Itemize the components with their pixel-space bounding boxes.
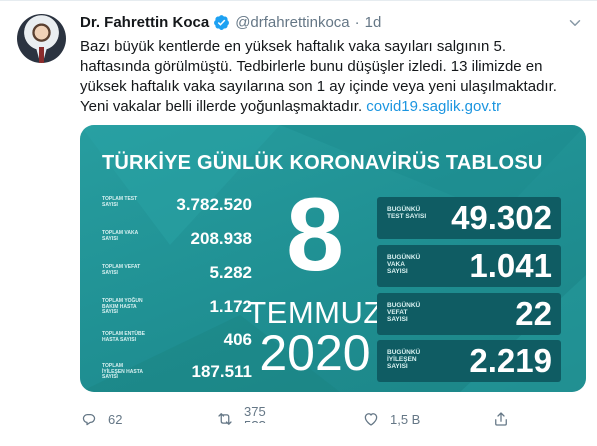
- today-box: BUGÜNKÜ VAKA SAYISI 1.041: [377, 245, 561, 287]
- total-row: TOPLAM İYİLEŞEN HASTA SAYISI 187.511: [102, 362, 252, 384]
- retweet-count-cut: 5??: [244, 419, 266, 423]
- reply-icon: [82, 414, 96, 426]
- today-value: 2.219: [469, 342, 552, 379]
- like-button[interactable]: 1,5 B: [362, 404, 420, 434]
- total-row: TOPLAM TEST SAYISI 3.782.520: [102, 195, 252, 217]
- total-label: TOPLAM VEFAT SAYISI: [102, 264, 141, 276]
- reply-count: 62: [108, 411, 123, 427]
- total-row: TOPLAM ENTÜBE HASTA SAYISI 406: [102, 330, 252, 352]
- total-label: TOPLAM ENTÜBE HASTA SAYISI: [102, 331, 145, 343]
- date-month: TEMMUZ: [247, 295, 383, 330]
- today-label: BUGÜNKÜ VEFAT SAYISI: [387, 302, 421, 323]
- retweet-count-value: 375: [244, 404, 266, 419]
- author-name[interactable]: Dr. Fahrettin Koca: [80, 14, 209, 31]
- like-icon: [364, 413, 378, 426]
- avatar[interactable]: [17, 14, 66, 63]
- tweet-header: Dr. Fahrettin Koca @drfahrettinkoca · 1d: [80, 12, 381, 32]
- media-title: TÜRKİYE GÜNLÜK KORONAVİRÜS TABLOSU: [102, 152, 543, 174]
- tweet-media-image[interactable]: TÜRKİYE GÜNLÜK KORONAVİRÜS TABLOSU TOPLA…: [80, 125, 586, 392]
- total-value: 187.511: [191, 362, 252, 381]
- separator-dot: ·: [354, 13, 360, 31]
- share-icon: [495, 412, 507, 426]
- today-box: BUGÜNKÜ İYİLEŞEN SAYISI 2.219: [377, 340, 561, 382]
- today-value: 49.302: [451, 199, 552, 236]
- avatar-tie: [39, 47, 44, 63]
- today-label: BUGÜNKÜ VAKA SAYISI: [387, 254, 421, 275]
- today-box: BUGÜNKÜ VEFAT SAYISI 22: [377, 293, 561, 335]
- verified-badge-icon: [214, 14, 230, 30]
- date-year: 2020: [259, 325, 371, 381]
- total-value: 5.282: [209, 263, 252, 282]
- total-row: TOPLAM VAKA SAYISI 208.938: [102, 229, 252, 251]
- total-label: TOPLAM YOĞUN BAKIM HASTA SAYISI: [102, 298, 143, 315]
- total-label: TOPLAM İYİLEŞEN HASTA SAYISI: [102, 363, 143, 380]
- total-value: 208.938: [190, 229, 252, 248]
- tweet-link[interactable]: covid19.saglik.gov.tr: [366, 98, 501, 115]
- share-button[interactable]: [492, 404, 510, 434]
- retweet-count: 375 5??: [244, 405, 266, 433]
- retweet-button[interactable]: 375 5??: [216, 404, 266, 434]
- today-box: BUGÜNKÜ TEST SAYISI 49.302: [377, 197, 561, 239]
- today-label: BUGÜNKÜ İYİLEŞEN SAYISI: [387, 349, 421, 370]
- total-row: TOPLAM VEFAT SAYISI 5.282: [102, 263, 252, 285]
- tweet-actions: 62 375 5?? 1,5 B: [80, 404, 540, 434]
- today-label: BUGÜNKÜ TEST SAYISI: [387, 206, 427, 220]
- like-count: 1,5 B: [390, 411, 421, 427]
- total-label: TOPLAM VAKA SAYISI: [102, 230, 139, 242]
- date-day: 8: [286, 177, 344, 293]
- author-handle[interactable]: @drfahrettinkoca: [235, 14, 349, 31]
- today-value: 22: [515, 295, 552, 332]
- today-value: 1.041: [469, 247, 552, 284]
- caret-down-icon[interactable]: [566, 14, 584, 32]
- tweet-text: Bazı büyük kentlerde en yüksek haftalık …: [80, 37, 580, 117]
- total-row: TOPLAM YOĞUN BAKIM HASTA SAYISI 1.172: [102, 297, 252, 319]
- tweet-time[interactable]: 1d: [365, 14, 382, 31]
- top-divider: [0, 0, 597, 1]
- total-value: 3.782.520: [176, 195, 252, 214]
- total-label: TOPLAM TEST SAYISI: [102, 196, 138, 208]
- reply-button[interactable]: 62: [80, 404, 122, 434]
- retweet-icon: [218, 413, 232, 425]
